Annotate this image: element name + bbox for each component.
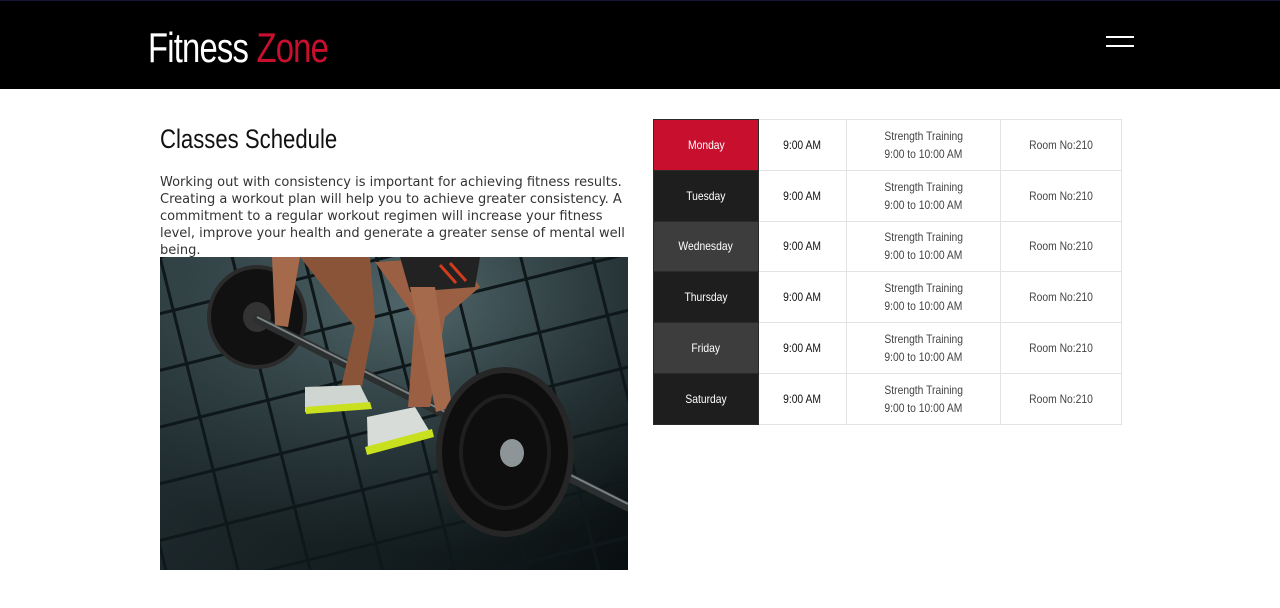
day-cell: Thursday (653, 271, 759, 324)
class-time: 9:00 to 10:00 AM (884, 400, 963, 415)
schedule-row: Tuesday 9:00 AM Strength Training 9:00 to 1… (653, 169, 1122, 222)
class-cell: Strength Training 9:00 to 10:00 AM (846, 169, 1001, 222)
room-label: Room No:210 (1029, 391, 1093, 406)
class-cell: Strength Training 9:00 to 10:00 AM (846, 372, 1001, 425)
room-label: Room No:210 (1029, 137, 1093, 152)
class-name: Strength Training (884, 230, 963, 245)
day-label: Monday (687, 137, 725, 152)
time-label: 9:00 AM (783, 137, 822, 152)
menu-line (1106, 45, 1134, 47)
day-cell: Wednesday (653, 220, 759, 273)
day-cell: Monday (653, 119, 759, 171)
room-label: Room No:210 (1029, 188, 1093, 203)
room-cell: Room No:210 (1000, 271, 1122, 324)
class-cell: Strength Training 9:00 to 10:00 AM (846, 220, 1001, 273)
day-label: Thursday (684, 290, 728, 305)
intro-paragraph: Working out with consistency is importan… (160, 175, 625, 258)
class-time: 9:00 to 10:00 AM (884, 146, 963, 161)
class-time: 9:00 to 10:00 AM (884, 350, 963, 365)
class-time: 9:00 to 10:00 AM (884, 299, 963, 314)
class-name: Strength Training (884, 382, 963, 397)
brand-name-zone: Zone (256, 24, 329, 71)
room-cell: Room No:210 (1000, 119, 1122, 171)
schedule-table: Monday 9:00 AM Strength Training 9:00 to 10… (653, 119, 1122, 425)
barbell-workout-image (160, 257, 628, 570)
time-cell: 9:00 AM (758, 220, 847, 273)
brand-logo[interactable]: Fitness Zone (148, 23, 329, 73)
time-cell: 9:00 AM (758, 169, 847, 222)
schedule-row: Thursday 9:00 AM Strength Training 9:00 to … (653, 271, 1122, 324)
time-cell: 9:00 AM (758, 372, 847, 425)
barbell-illustration (160, 257, 628, 570)
room-cell: Room No:210 (1000, 372, 1122, 425)
class-cell: Strength Training 9:00 to 10:00 AM (846, 271, 1001, 324)
hamburger-menu-icon[interactable] (1106, 34, 1136, 52)
schedule-row: Friday 9:00 AM Strength Training 9:00 to 10… (653, 322, 1122, 374)
room-cell: Room No:210 (1000, 220, 1122, 273)
room-label: Room No:210 (1029, 239, 1093, 254)
time-label: 9:00 AM (783, 290, 822, 305)
time-cell: 9:00 AM (758, 322, 847, 374)
schedule-row: Wednesday 9:00 AM Strength Training 9:00 to… (653, 220, 1122, 273)
room-cell: Room No:210 (1000, 322, 1122, 374)
day-label: Saturday (685, 391, 727, 406)
day-cell: Saturday (653, 372, 759, 425)
room-cell: Room No:210 (1000, 169, 1122, 222)
class-name: Strength Training (884, 179, 963, 194)
time-label: 9:00 AM (783, 239, 822, 254)
schedule-row: Monday 9:00 AM Strength Training 9:00 to 10… (653, 119, 1122, 171)
time-cell: 9:00 AM (758, 271, 847, 324)
room-label: Room No:210 (1029, 341, 1093, 356)
top-navbar: Fitness Zone (0, 0, 1280, 89)
menu-line (1106, 36, 1134, 38)
time-label: 9:00 AM (783, 341, 822, 356)
class-cell: Strength Training 9:00 to 10:00 AM (846, 322, 1001, 374)
day-label: Friday (691, 341, 721, 356)
schedule-row: Saturday 9:00 AM Strength Training 9:00 to … (653, 372, 1122, 425)
brand-name-fitness: Fitness (148, 24, 249, 71)
day-cell: Tuesday (653, 169, 759, 222)
day-label: Tuesday (686, 188, 726, 203)
class-name: Strength Training (884, 128, 963, 143)
page-title: Classes Schedule (160, 124, 338, 154)
day-label: Wednesday (678, 239, 734, 254)
class-time: 9:00 to 10:00 AM (884, 197, 963, 212)
day-cell: Friday (653, 322, 759, 374)
time-cell: 9:00 AM (758, 119, 847, 171)
class-time: 9:00 to 10:00 AM (884, 248, 963, 263)
class-name: Strength Training (884, 332, 963, 347)
class-cell: Strength Training 9:00 to 10:00 AM (846, 119, 1001, 171)
class-name: Strength Training (884, 281, 963, 296)
time-label: 9:00 AM (783, 188, 822, 203)
room-label: Room No:210 (1029, 290, 1093, 305)
time-label: 9:00 AM (783, 391, 822, 406)
